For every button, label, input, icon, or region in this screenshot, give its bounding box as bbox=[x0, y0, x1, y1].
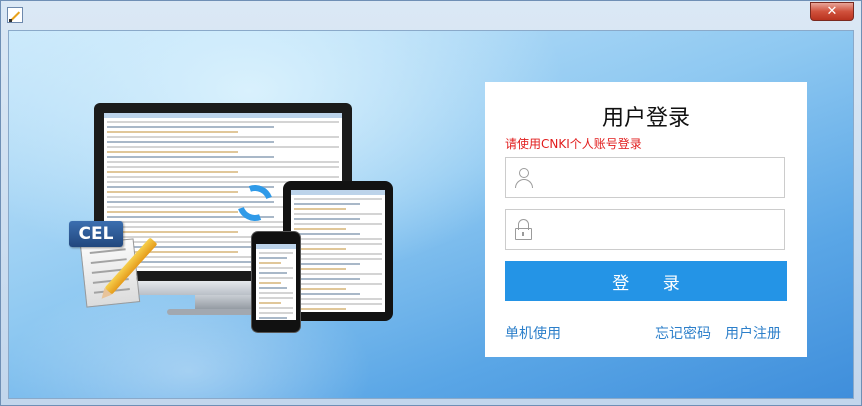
login-title: 用户登录 bbox=[601, 106, 690, 131]
close-button[interactable]: ✕ bbox=[810, 2, 854, 21]
login-button[interactable]: 登 录 bbox=[505, 261, 787, 301]
forgot-password-link[interactable]: 忘记密码 bbox=[655, 323, 711, 343]
edit-pencil-icon bbox=[7, 7, 23, 23]
login-panel: 用户登录 请使用CNKI个人账号登录 登 录 单机使用 忘记密码 用户注册 bbox=[485, 82, 807, 357]
password-input[interactable] bbox=[544, 210, 784, 251]
login-hint: 请使用CNKI个人账号登录 bbox=[505, 137, 642, 151]
devices-illustration: CEL bbox=[9, 31, 469, 398]
password-field[interactable] bbox=[505, 209, 785, 251]
phone-icon bbox=[251, 231, 301, 333]
user-icon bbox=[514, 167, 534, 189]
login-content-area: CEL 用户登录 请使用CNKI个人账号登录 登 录 单机使用 忘记密码 用户注… bbox=[8, 30, 854, 399]
cel-document-icon: CEL bbox=[67, 217, 158, 309]
cel-badge: CEL bbox=[69, 221, 123, 247]
title-bar[interactable]: ✕ bbox=[1, 1, 861, 30]
tablet-screen-content bbox=[291, 190, 385, 312]
username-field[interactable] bbox=[505, 157, 785, 199]
lock-icon bbox=[515, 219, 533, 241]
phone-screen-content bbox=[256, 244, 296, 320]
app-window: ✕ CEL 用户登录 请使用CNKI个人账号登录 登 录 单机使用 忘记密码 用… bbox=[0, 0, 862, 406]
register-link[interactable]: 用户注册 bbox=[725, 323, 781, 343]
offline-use-link[interactable]: 单机使用 bbox=[505, 323, 561, 343]
username-input[interactable] bbox=[544, 158, 784, 199]
